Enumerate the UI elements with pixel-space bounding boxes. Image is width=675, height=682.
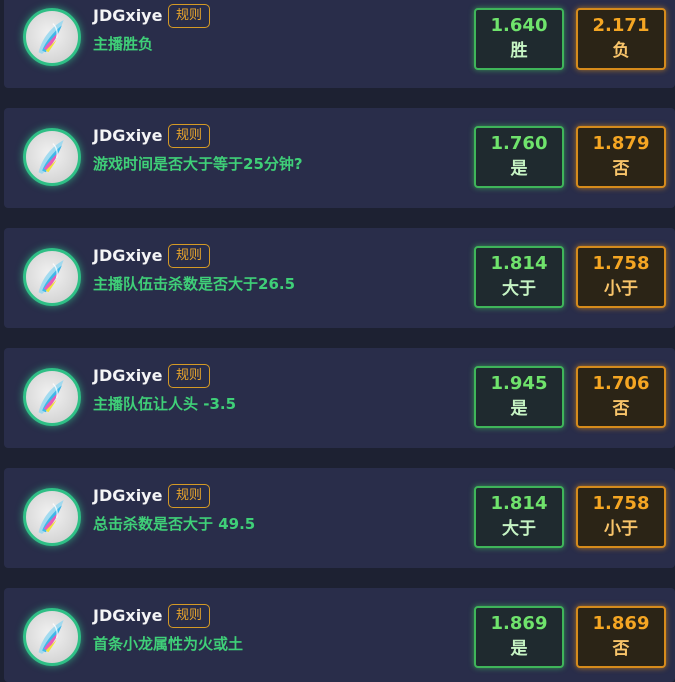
market-question: 首条小龙属性为火或土 [93, 635, 244, 653]
rules-button[interactable]: 规则 [168, 4, 210, 28]
market-question: 主播队伍让人头 -3.5 [93, 395, 237, 413]
option-b-button[interactable]: 2.171 负 [576, 8, 666, 70]
feather-avatar-icon[interactable] [23, 8, 81, 66]
option-a-odds: 1.814 [490, 253, 548, 274]
option-a-label: 是 [510, 159, 528, 179]
option-a-button[interactable]: 1.869 是 [474, 606, 564, 668]
feather-avatar-icon[interactable] [23, 488, 81, 546]
option-a-label: 是 [510, 639, 528, 659]
option-b-label: 否 [612, 399, 630, 419]
market-card: JDGxiye 规则 总击杀数是否大于 49.5 1.814 大于 1.758 … [4, 468, 675, 568]
rules-button[interactable]: 规则 [168, 364, 210, 388]
option-a-button[interactable]: 1.814 大于 [474, 246, 564, 308]
option-b-odds: 1.869 [592, 613, 650, 634]
option-b-label: 小于 [604, 279, 638, 299]
streamer-name: JDGxiye [93, 6, 163, 25]
option-b-odds: 1.879 [592, 133, 650, 154]
option-b-button[interactable]: 1.758 小于 [576, 486, 666, 548]
rules-button[interactable]: 规则 [168, 244, 210, 268]
option-b-label: 否 [612, 159, 630, 179]
option-b-odds: 1.758 [592, 493, 650, 514]
option-a-odds: 1.869 [490, 613, 548, 634]
option-b-label: 否 [612, 639, 630, 659]
feather-avatar-icon[interactable] [23, 128, 81, 186]
feather-avatar-icon[interactable] [23, 248, 81, 306]
option-b-label: 负 [612, 41, 630, 61]
option-b-button[interactable]: 1.706 否 [576, 366, 666, 428]
option-b-odds: 2.171 [592, 15, 650, 36]
rules-button[interactable]: 规则 [168, 484, 210, 508]
option-b-label: 小于 [604, 519, 638, 539]
streamer-name: JDGxiye [93, 126, 163, 145]
option-b-odds: 1.758 [592, 253, 650, 274]
streamer-name: JDGxiye [93, 246, 163, 265]
option-a-label: 大于 [502, 519, 536, 539]
option-b-odds: 1.706 [592, 373, 650, 394]
option-a-button[interactable]: 1.760 是 [474, 126, 564, 188]
option-a-button[interactable]: 1.640 胜 [474, 8, 564, 70]
option-a-button[interactable]: 1.814 大于 [474, 486, 564, 548]
market-card: JDGxiye 规则 首条小龙属性为火或土 1.869 是 1.869 否 [4, 588, 675, 682]
option-a-label: 胜 [510, 41, 528, 61]
market-card: JDGxiye 规则 主播队伍让人头 -3.5 1.945 是 1.706 否 [4, 348, 675, 448]
option-a-odds: 1.814 [490, 493, 548, 514]
market-question: 主播队伍击杀数是否大于26.5 [93, 275, 296, 293]
market-card: JDGxiye 规则 游戏时间是否大于等于25分钟? 1.760 是 1.879… [4, 108, 675, 208]
streamer-name: JDGxiye [93, 606, 163, 625]
option-a-odds: 1.945 [490, 373, 548, 394]
option-a-button[interactable]: 1.945 是 [474, 366, 564, 428]
market-question: 主播胜负 [93, 35, 154, 53]
option-a-odds: 1.760 [490, 133, 548, 154]
option-b-button[interactable]: 1.879 否 [576, 126, 666, 188]
market-card: JDGxiye 规则 主播队伍击杀数是否大于26.5 1.814 大于 1.75… [4, 228, 675, 328]
option-b-button[interactable]: 1.869 否 [576, 606, 666, 668]
feather-avatar-icon[interactable] [23, 608, 81, 666]
market-question: 游戏时间是否大于等于25分钟? [93, 155, 303, 173]
option-b-button[interactable]: 1.758 小于 [576, 246, 666, 308]
streamer-name: JDGxiye [93, 366, 163, 385]
option-a-odds: 1.640 [490, 15, 548, 36]
streamer-name: JDGxiye [93, 486, 163, 505]
option-a-label: 大于 [502, 279, 536, 299]
option-a-label: 是 [510, 399, 528, 419]
market-question: 总击杀数是否大于 49.5 [93, 515, 256, 533]
market-card: JDGxiye 规则 主播胜负 1.640 胜 2.171 负 [4, 0, 675, 88]
market-list: JDGxiye 规则 主播胜负 1.640 胜 2.171 负 JDGxiye … [0, 0, 675, 682]
feather-avatar-icon[interactable] [23, 368, 81, 426]
rules-button[interactable]: 规则 [168, 124, 210, 148]
rules-button[interactable]: 规则 [168, 604, 210, 628]
